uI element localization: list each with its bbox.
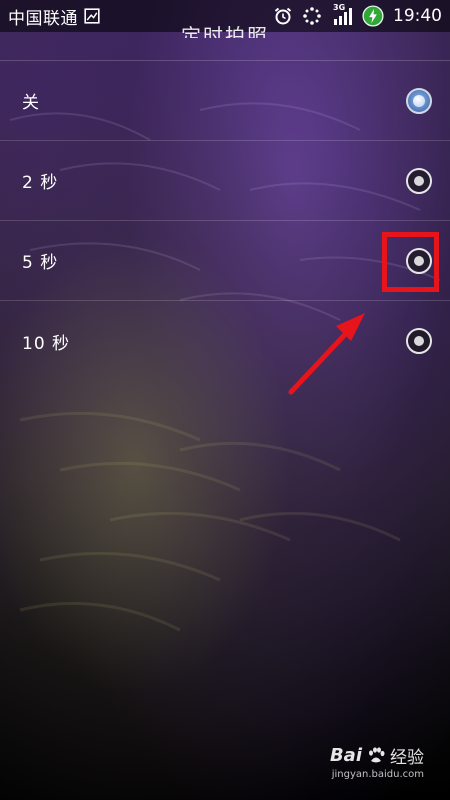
- radio-button-selected[interactable]: [406, 87, 432, 114]
- option-label: 关: [22, 93, 40, 113]
- option-label: 2 秒: [22, 173, 59, 193]
- watermark-url: jingyan.baidu.com: [331, 769, 424, 780]
- watermark-brand: Bai: [329, 745, 362, 766]
- dialog-title: 定时拍照: [0, 14, 450, 38]
- timer-options-list: 关 2 秒 5 秒 10 秒: [0, 61, 450, 381]
- radio-button[interactable]: [406, 167, 432, 194]
- radio-dot: [414, 336, 424, 346]
- highlight-box: [382, 232, 439, 292]
- option-2s[interactable]: 2 秒: [0, 141, 450, 221]
- screen: 中国联通 3G 19:40 定时拍照 关 2 秒 5 秒 10 秒 Bai 经验…: [0, 0, 450, 800]
- option-label: 5 秒: [22, 253, 59, 273]
- dialog-title-text: 定时拍照: [181, 24, 269, 38]
- radio-dot: [413, 94, 425, 107]
- option-10s[interactable]: 10 秒: [0, 301, 450, 381]
- radio-dot: [414, 175, 424, 186]
- option-off[interactable]: 关: [0, 61, 450, 141]
- paw-logo-icon: [369, 746, 385, 762]
- option-label: 10 秒: [22, 333, 71, 354]
- watermark: Bai 经验 jingyan.baidu.com: [330, 743, 424, 780]
- radio-button[interactable]: [406, 328, 432, 354]
- watermark-suffix: 经验: [390, 748, 424, 768]
